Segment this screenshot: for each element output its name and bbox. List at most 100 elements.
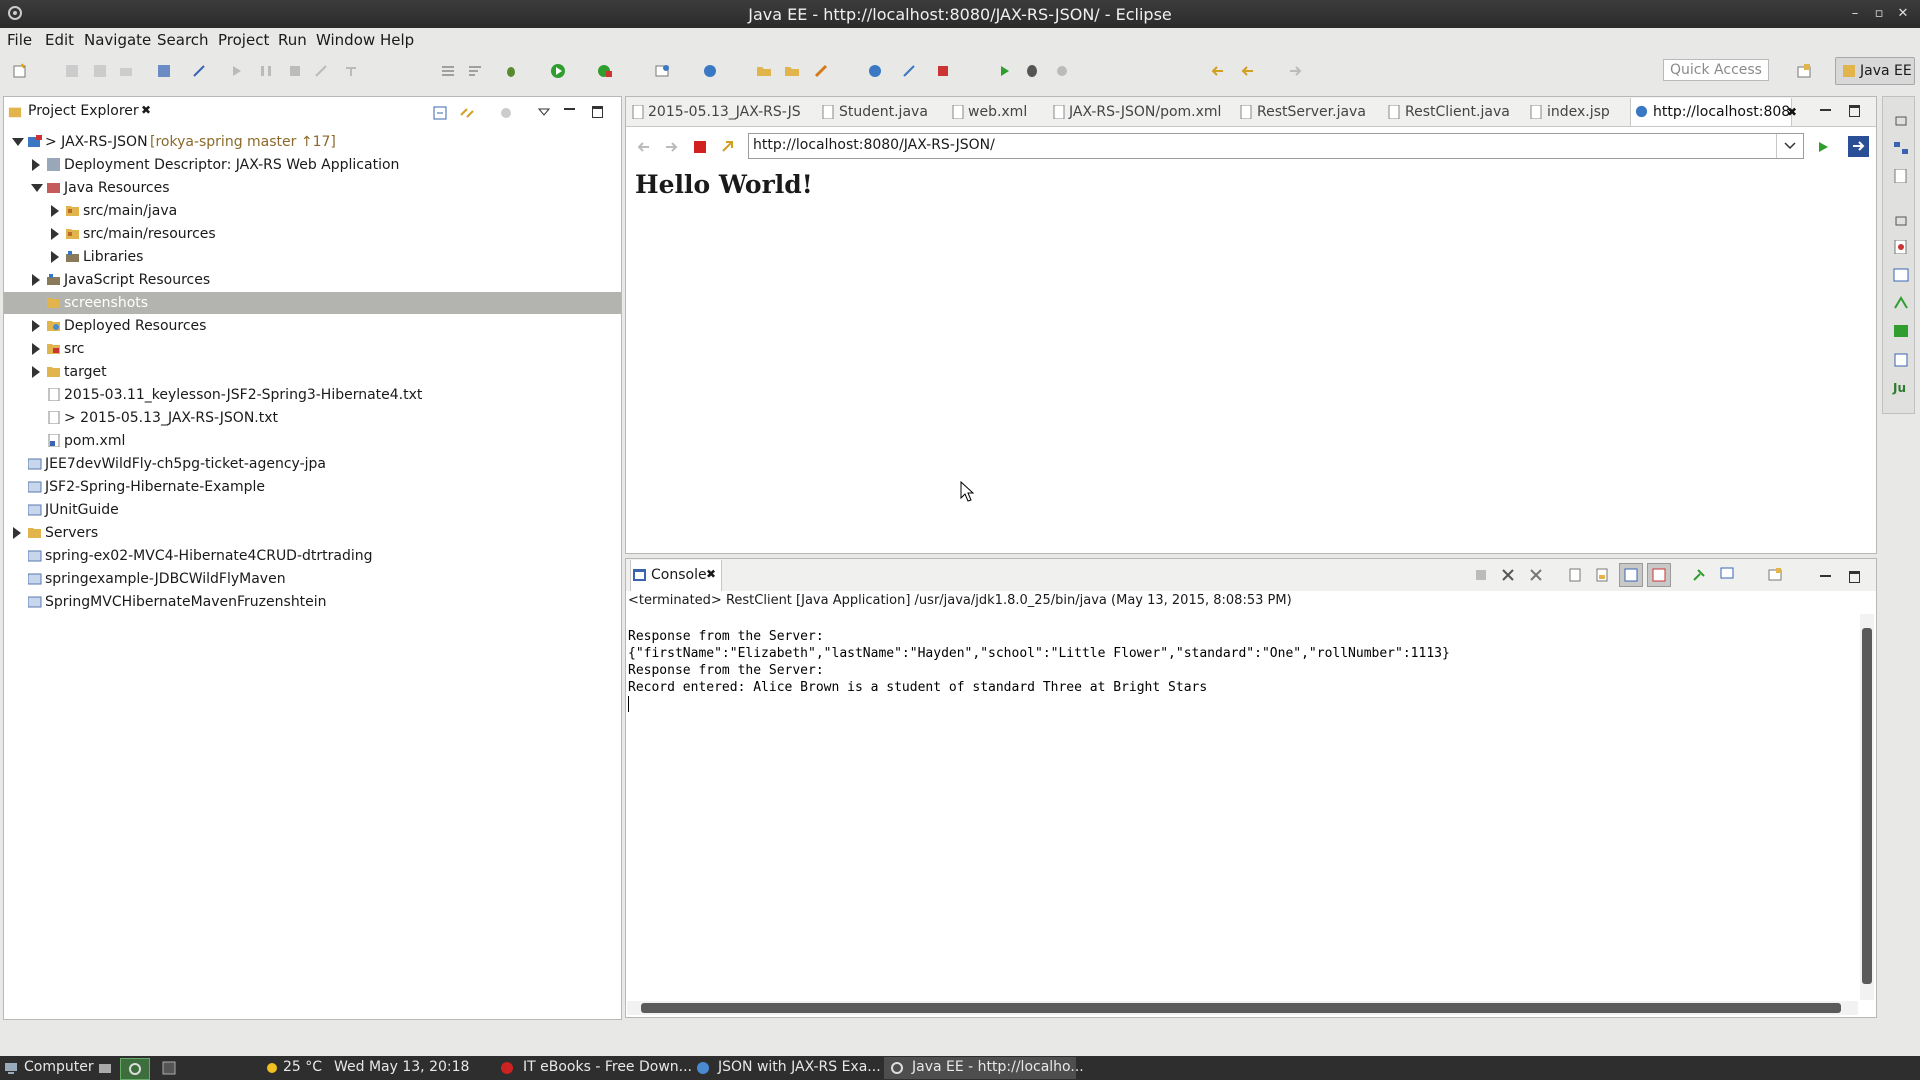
show-on-stdout-toggle[interactable] <box>1619 563 1643 587</box>
tree-item-src-main-java[interactable]: src/main/java <box>4 200 621 222</box>
url-bar[interactable]: http://localhost:8080/JAX-RS-JSON/ <box>748 133 1804 159</box>
vertical-scrollbar[interactable] <box>1860 614 1874 1000</box>
link-editor-icon[interactable] <box>459 105 475 121</box>
tree-item-jee7devwildfly[interactable]: JEE7devWildFly-ch5pg-ticket-agency-jpa <box>4 453 621 475</box>
remove-launch-icon[interactable] <box>1501 568 1515 582</box>
quick-access-input[interactable]: Quick Access <box>1663 59 1769 81</box>
browser-refresh-icon[interactable] <box>720 139 736 155</box>
console-tab[interactable]: Console ✖ <box>630 560 722 591</box>
minimize-editor-icon[interactable] <box>1820 109 1831 111</box>
search-icon[interactable] <box>813 63 829 79</box>
browser-stop-icon[interactable] <box>693 140 707 154</box>
junit-view-icon[interactable]: Ju <box>1893 381 1909 395</box>
show-on-stderr-toggle[interactable] <box>1647 563 1671 587</box>
url-history-dropdown[interactable] <box>1776 134 1803 158</box>
new-class-icon[interactable] <box>702 63 718 79</box>
open-console-icon[interactable] <box>1768 567 1782 581</box>
tab-browser-localhost[interactable]: http://localhost:808 ✖ <box>1630 98 1797 126</box>
open-file-icon[interactable] <box>784 63 800 79</box>
run-icon[interactable] <box>550 63 566 79</box>
word-wrap-icon[interactable] <box>467 63 483 79</box>
menu-run[interactable]: Run <box>278 31 307 49</box>
tree-item-java-resources[interactable]: Java Resources <box>4 177 621 199</box>
minimize-view-icon[interactable] <box>564 108 575 110</box>
clock[interactable]: Wed May 13, 20:18 <box>334 1059 469 1075</box>
close-view-icon[interactable]: ✖ <box>141 103 151 117</box>
external-tools-icon[interactable] <box>901 63 917 79</box>
tree-item-libraries[interactable]: Libraries <box>4 246 621 268</box>
horizontal-scrollbar[interactable] <box>627 1001 1858 1015</box>
maximize-console-icon[interactable] <box>1849 571 1860 583</box>
markers-view-icon[interactable] <box>1893 239 1909 255</box>
horizontal-scrollbar-thumb[interactable] <box>641 1003 1841 1013</box>
open-folder-icon[interactable] <box>756 63 772 79</box>
collapsed-arrow-icon[interactable] <box>32 320 40 332</box>
outline-view-icon[interactable] <box>1893 141 1909 155</box>
restore-icon[interactable] <box>1893 214 1909 228</box>
skip-breakpoints-icon[interactable] <box>191 63 207 79</box>
task-list-icon[interactable] <box>1893 168 1909 184</box>
tree-item-springmvc[interactable]: SpringMVCHibernateMavenFruzenshtein <box>4 591 621 613</box>
remove-all-terminated-icon[interactable] <box>1529 568 1543 582</box>
menu-project[interactable]: Project <box>218 31 269 49</box>
tree-item-jax-rs-json[interactable]: > JAX-RS-JSON [rokya-spring master ↑17] <box>4 131 621 153</box>
scroll-lock-icon[interactable] <box>1595 568 1609 582</box>
java-ee-perspective-button[interactable]: Java EE <box>1835 57 1915 85</box>
close-console-icon[interactable]: ✖ <box>706 567 716 581</box>
close-button[interactable]: ✕ <box>1892 3 1914 25</box>
open-perspective-icon[interactable] <box>1796 63 1812 79</box>
go-icon[interactable] <box>1815 139 1831 155</box>
menu-file[interactable]: File <box>7 31 32 49</box>
data-source-explorer-icon[interactable] <box>1893 324 1909 338</box>
minimize-console-icon[interactable] <box>1820 575 1831 577</box>
clear-console-icon[interactable] <box>1568 568 1582 582</box>
collapsed-arrow-icon[interactable] <box>32 159 40 171</box>
snippets-view-icon[interactable] <box>1893 353 1909 367</box>
tree-item-src-main-resources[interactable]: src/main/resources <box>4 223 621 245</box>
debug-server-icon[interactable] <box>1024 63 1040 79</box>
taskbar-window-itebooks[interactable]: IT eBooks - Free Down... <box>523 1059 692 1075</box>
collapsed-arrow-icon[interactable] <box>13 527 21 539</box>
console-output[interactable]: Response from the Server: {"firstName":"E… <box>628 611 1450 712</box>
globe-icon[interactable] <box>867 63 883 79</box>
collapsed-arrow-icon[interactable] <box>51 228 59 240</box>
collapsed-arrow-icon[interactable] <box>51 205 59 217</box>
collapse-all-icon[interactable] <box>432 105 448 121</box>
display-console-icon[interactable] <box>1720 567 1734 581</box>
toggle-mark-icon[interactable] <box>440 63 456 79</box>
pin-console-icon[interactable] <box>1692 568 1706 582</box>
tree-item-junitguide[interactable]: JUnitGuide <box>4 499 621 521</box>
tree-item-pom-xml[interactable]: pom.xml <box>4 430 621 452</box>
collapsed-arrow-icon[interactable] <box>32 274 40 286</box>
servers-view-icon[interactable] <box>1893 296 1909 310</box>
tree-item-deployed-resources[interactable]: Deployed Resources <box>4 315 621 337</box>
tree-item-servers[interactable]: Servers <box>4 522 621 544</box>
close-tab-icon[interactable]: ✖ <box>1787 100 1797 124</box>
restore-icon[interactable] <box>1893 114 1909 128</box>
file-manager-icon[interactable] <box>98 1061 112 1075</box>
minimize-button[interactable]: – <box>1844 3 1866 25</box>
menu-edit[interactable]: Edit <box>45 31 74 49</box>
expanded-arrow-icon[interactable] <box>31 184 43 192</box>
taskbar-window-json[interactable]: JSON with JAX-RS Exa... <box>718 1059 881 1075</box>
computer-menu[interactable]: Computer <box>24 1059 94 1075</box>
view-menu-icon[interactable] <box>538 107 550 117</box>
tree-item-screenshots[interactable]: screenshots <box>4 292 621 314</box>
debug-icon[interactable] <box>503 63 519 79</box>
maximize-view-icon[interactable] <box>592 106 603 118</box>
tree-item-target[interactable]: target <box>4 361 621 383</box>
menu-navigate[interactable]: Navigate <box>84 31 151 49</box>
new-web-project-icon[interactable] <box>654 63 670 79</box>
open-type-icon[interactable] <box>156 63 172 79</box>
new-icon[interactable] <box>12 63 28 79</box>
server-stop-icon[interactable] <box>935 63 951 79</box>
tree-item-javascript-resources[interactable]: JavaScript Resources <box>4 269 621 291</box>
menu-search[interactable]: Search <box>157 31 209 49</box>
menu-window[interactable]: Window <box>316 31 375 49</box>
menu-help[interactable]: Help <box>380 31 414 49</box>
tree-item-jsf2-spring-hibernate[interactable]: JSF2-Spring-Hibernate-Example <box>4 476 621 498</box>
tree-item-deployment-descriptor[interactable]: Deployment Descriptor: JAX-RS Web Applic… <box>4 154 621 176</box>
tree-item-src[interactable]: src <box>4 338 621 360</box>
tree-item-keylesson-txt[interactable]: 2015-03.11_keylesson-JSF2-Spring3-Hibern… <box>4 384 621 406</box>
back-icon[interactable] <box>1240 63 1256 79</box>
